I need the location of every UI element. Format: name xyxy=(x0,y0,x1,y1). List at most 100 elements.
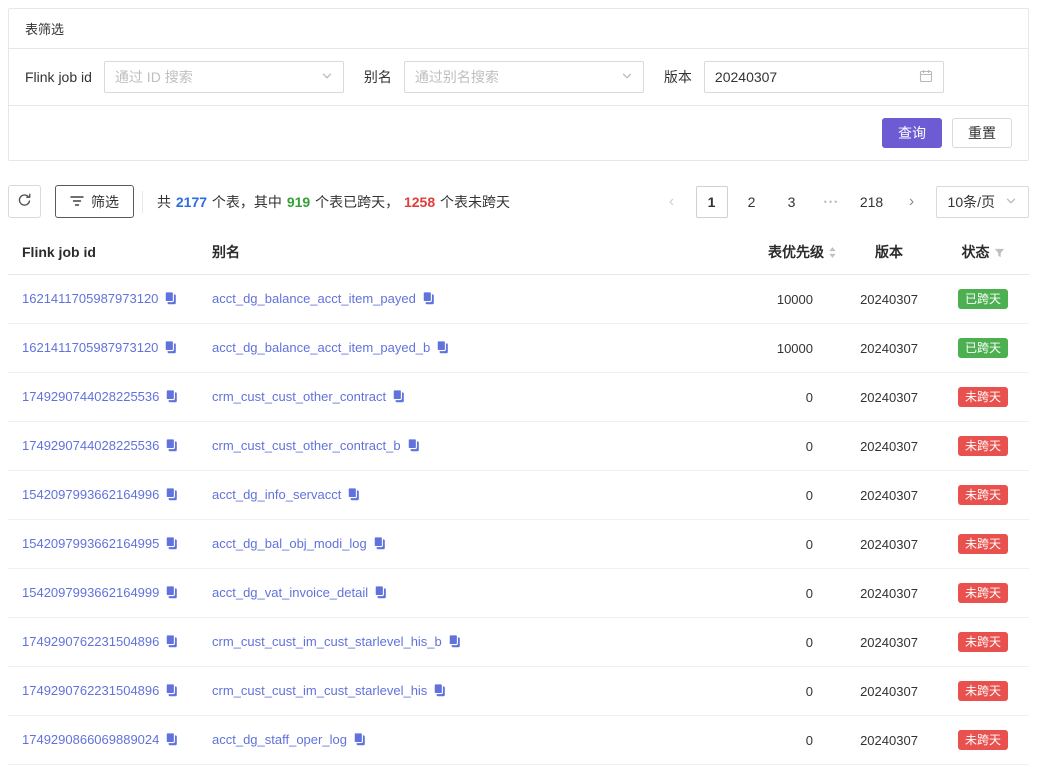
refresh-icon xyxy=(17,193,32,211)
filter-form: Flink job id 通过 ID 搜索 别名 通过别名搜索 xyxy=(9,49,1028,106)
table-row: 1749290744028225536 crm_cust_cust_other_… xyxy=(8,373,1029,422)
next-page-button[interactable]: › xyxy=(896,186,928,218)
page-size-select[interactable]: 10条/页 xyxy=(936,186,1029,218)
copy-icon[interactable] xyxy=(433,683,446,700)
filter-actions: 查询 重置 xyxy=(9,106,1028,160)
version-cell: 20240307 xyxy=(841,471,937,520)
sort-icon[interactable] xyxy=(828,246,837,262)
copy-icon[interactable] xyxy=(165,634,178,651)
job-id-link[interactable]: 1749290762231504896 xyxy=(22,634,159,649)
page-button-2[interactable]: 2 xyxy=(736,186,768,218)
alias-link[interactable]: crm_cust_cust_im_cust_starlevel_his_b xyxy=(212,634,442,649)
table-row: 1542097993662164999 acct_dg_vat_invoice_… xyxy=(8,569,1029,618)
alias-link[interactable]: crm_cust_cust_other_contract xyxy=(212,389,386,404)
job-id-link[interactable]: 1542097993662164999 xyxy=(22,585,159,600)
toolbar-divider xyxy=(142,191,143,213)
priority-cell: 0 xyxy=(731,520,841,569)
alias-link[interactable]: acct_dg_balance_acct_item_payed xyxy=(212,291,416,306)
priority-cell: 0 xyxy=(731,667,841,716)
status-badge: 未跨天 xyxy=(958,583,1008,603)
alias-link[interactable]: crm_cust_cust_im_cust_starlevel_his xyxy=(212,683,427,698)
job-id-link[interactable]: 1621411705987973120 xyxy=(22,291,158,306)
refresh-button[interactable] xyxy=(8,185,41,218)
alias-link[interactable]: acct_dg_bal_obj_modi_log xyxy=(212,536,367,551)
job-id-link[interactable]: 1749290744028225536 xyxy=(22,389,159,404)
filter-lines-icon xyxy=(70,194,84,210)
status-badge: 已跨天 xyxy=(958,338,1008,358)
job-id-link[interactable]: 1542097993662164996 xyxy=(22,487,159,502)
header-priority[interactable]: 表优先级 xyxy=(731,230,841,275)
priority-cell: 0 xyxy=(731,422,841,471)
copy-icon[interactable] xyxy=(392,389,405,406)
job-id-link[interactable]: 1542097993662164995 xyxy=(22,536,159,551)
copy-icon[interactable] xyxy=(407,438,420,455)
table-row: 1749290744028225536 crm_cust_cust_other_… xyxy=(8,422,1029,471)
alias-link[interactable]: acct_dg_balance_acct_item_payed_b xyxy=(212,340,430,355)
header-priority-label: 表优先级 xyxy=(768,244,824,260)
copy-icon[interactable] xyxy=(165,438,178,455)
copy-icon[interactable] xyxy=(165,683,178,700)
copy-icon[interactable] xyxy=(165,536,178,553)
copy-icon[interactable] xyxy=(347,487,360,504)
field-alias: 别名 通过别名搜索 xyxy=(364,61,644,93)
status-badge: 未跨天 xyxy=(958,730,1008,750)
chevron-down-icon xyxy=(621,69,633,85)
copy-icon[interactable] xyxy=(448,634,461,651)
prev-page-button[interactable]: ‹ xyxy=(656,186,688,218)
alias-link[interactable]: acct_dg_vat_invoice_detail xyxy=(212,585,368,600)
version-cell: 20240307 xyxy=(841,275,937,324)
toolbar: 筛选 共 2177 个表，其中 919 个表已跨天， 1258 个表未跨天 ‹ … xyxy=(8,185,1029,218)
funnel-filter-icon[interactable] xyxy=(994,246,1005,262)
flink-job-id-select[interactable]: 通过 ID 搜索 xyxy=(104,61,344,93)
copy-icon[interactable] xyxy=(374,585,387,602)
filter-toggle-button[interactable]: 筛选 xyxy=(55,185,134,218)
summary-seg1: 个表，其中 xyxy=(208,194,286,210)
alias-link[interactable]: crm_cust_cust_other_contract_b xyxy=(212,438,401,453)
status-badge: 未跨天 xyxy=(958,681,1008,701)
status-badge: 未跨天 xyxy=(958,436,1008,456)
page-button-last[interactable]: 218 xyxy=(856,186,888,218)
table-row: 1749290762231504896 crm_cust_cust_im_cus… xyxy=(8,618,1029,667)
copy-icon[interactable] xyxy=(353,732,366,749)
priority-cell: 0 xyxy=(731,373,841,422)
status-badge: 未跨天 xyxy=(958,485,1008,505)
version-cell: 20240307 xyxy=(841,618,937,667)
page-button-1[interactable]: 1 xyxy=(696,186,728,218)
copy-icon[interactable] xyxy=(165,487,178,504)
header-version: 版本 xyxy=(841,230,937,275)
alias-link[interactable]: acct_dg_staff_oper_log xyxy=(212,732,347,747)
copy-icon[interactable] xyxy=(165,389,178,406)
copy-icon[interactable] xyxy=(164,291,177,308)
alias-link[interactable]: acct_dg_info_servacct xyxy=(212,487,341,502)
priority-cell: 10000 xyxy=(731,275,841,324)
alias-select[interactable]: 通过别名搜索 xyxy=(404,61,644,93)
job-id-link[interactable]: 1749290744028225536 xyxy=(22,438,159,453)
tables-table: Flink job id 别名 表优先级 版本 状态 1621411705987… xyxy=(8,230,1029,765)
copy-icon[interactable] xyxy=(165,732,178,749)
version-date-input[interactable]: 20240307 xyxy=(704,61,944,93)
version-cell: 20240307 xyxy=(841,373,937,422)
job-id-link[interactable]: 1621411705987973120 xyxy=(22,340,158,355)
version-cell: 20240307 xyxy=(841,569,937,618)
chevron-down-icon xyxy=(1005,194,1017,210)
job-id-link[interactable]: 1749290762231504896 xyxy=(22,683,159,698)
table-row: 1542097993662164996 acct_dg_info_servacc… xyxy=(8,471,1029,520)
version-value: 20240307 xyxy=(715,69,777,85)
page-button-3[interactable]: 3 xyxy=(776,186,808,218)
copy-icon[interactable] xyxy=(422,291,435,308)
query-button[interactable]: 查询 xyxy=(882,118,942,148)
table-row: 1621411705987973120 acct_dg_balance_acct… xyxy=(8,275,1029,324)
copy-icon[interactable] xyxy=(164,340,177,357)
reset-button[interactable]: 重置 xyxy=(952,118,1012,148)
copy-icon[interactable] xyxy=(165,585,178,602)
pagination-top: ‹ 1 2 3 ••• 218 › 10条/页 xyxy=(656,186,1029,218)
copy-icon[interactable] xyxy=(373,536,386,553)
calendar-icon xyxy=(919,69,933,86)
job-id-link[interactable]: 1749290866069889024 xyxy=(22,732,159,747)
copy-icon[interactable] xyxy=(436,340,449,357)
page-ellipsis[interactable]: ••• xyxy=(816,186,848,218)
filter-panel: 表筛选 Flink job id 通过 ID 搜索 别名 通过别名搜索 xyxy=(8,8,1029,161)
header-status-label: 状态 xyxy=(962,244,990,260)
header-status[interactable]: 状态 xyxy=(937,230,1029,275)
alias-label: 别名 xyxy=(364,67,392,87)
